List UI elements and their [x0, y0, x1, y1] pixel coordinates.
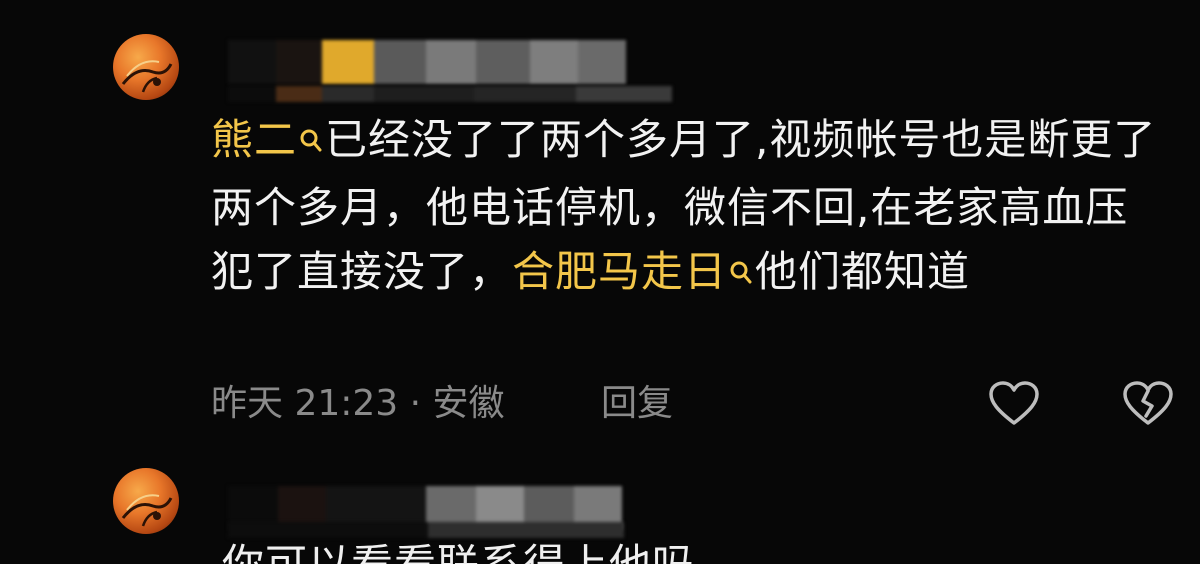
comment-text: 熊二 已经没了了两个多月了,视频帐号也是断更了两个多月，他电话停机，微信不回,在老… [211, 108, 1171, 308]
comment-thread: 熊二 已经没了了两个多月了,视频帐号也是断更了两个多月，他电话停机，微信不回,在老… [0, 0, 1200, 564]
mention-link[interactable]: 合肥马走日 [512, 247, 755, 296]
search-icon [729, 244, 753, 308]
search-icon [299, 112, 323, 176]
avatar[interactable] [113, 34, 179, 100]
author-name-blurred-lower [228, 522, 624, 538]
heart-outline-icon[interactable] [987, 379, 1041, 429]
timestamp-location: 昨天 21:23 · 安徽 [211, 383, 505, 424]
comment-body-text: 他们都知道 [755, 247, 971, 296]
mention-link[interactable]: 熊二 [211, 115, 325, 164]
broken-heart-icon[interactable] [1121, 379, 1175, 429]
comment-meta-row: 昨天 21:23 · 安徽 回复 [211, 374, 1173, 434]
author-name-blurred[interactable] [228, 40, 626, 84]
author-name-blurred-lower [228, 86, 672, 102]
comment-text-partial: 你可以看看联系得上他吗 [222, 540, 695, 564]
avatar[interactable] [113, 468, 179, 534]
reply-button[interactable]: 回复 [601, 374, 673, 434]
